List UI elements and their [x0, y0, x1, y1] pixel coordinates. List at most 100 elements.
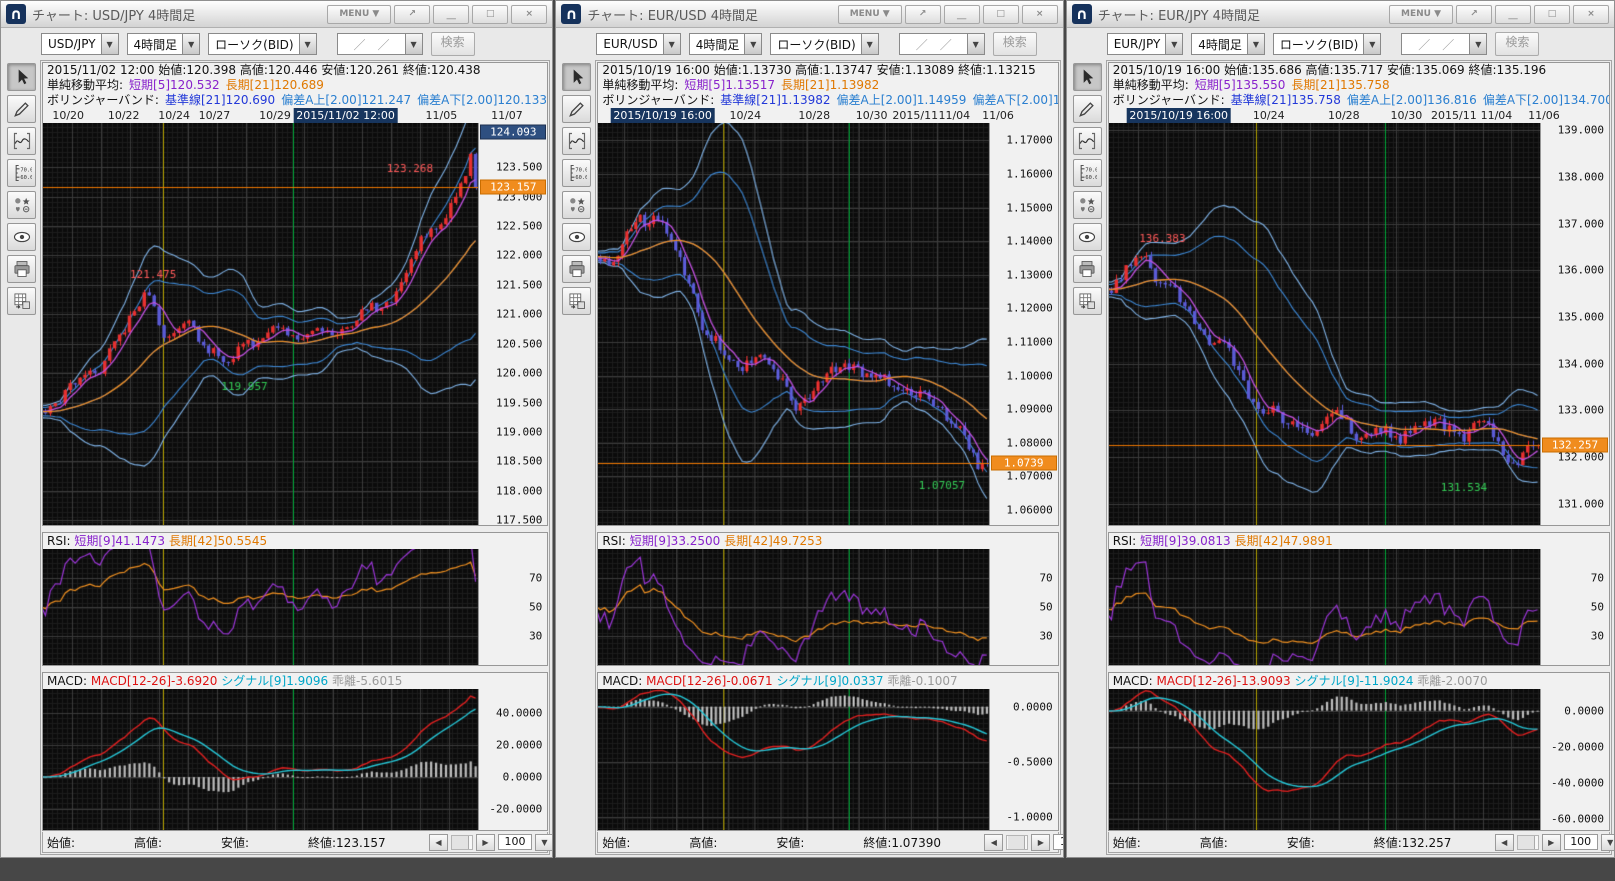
price-chart-canvas[interactable]: [43, 123, 478, 525]
bar-count-dropdown[interactable]: ▼: [535, 834, 553, 851]
date-input[interactable]: ／ ／▼: [337, 33, 423, 55]
price-tick-label: 1.06000: [1006, 503, 1052, 516]
scroll-left-button[interactable]: ◀: [429, 834, 448, 851]
date-tick-label: 10/24: [158, 108, 190, 123]
price-chart-canvas[interactable]: [1109, 123, 1540, 525]
menu-button[interactable]: MENU ▼: [1389, 5, 1453, 24]
rsi-chart-canvas[interactable]: [598, 549, 988, 665]
pair-select[interactable]: USD/JPY▼: [41, 33, 119, 55]
marker-symbols-icon[interactable]: [7, 191, 36, 219]
indicator-chart-icon[interactable]: [1073, 127, 1102, 155]
timeframe-select[interactable]: 4時間足▼: [1191, 33, 1265, 55]
pencil-tool-icon[interactable]: [7, 95, 36, 123]
scrollbar-thumb[interactable]: [1008, 836, 1025, 849]
search-button[interactable]: 検索: [431, 32, 475, 56]
scroll-left-button[interactable]: ◀: [1495, 834, 1514, 851]
cursor-tool-icon[interactable]: [1073, 63, 1102, 91]
timeframe-select[interactable]: 4時間足▼: [689, 33, 763, 55]
visibility-eye-icon[interactable]: [7, 223, 36, 251]
indicator-chart-icon[interactable]: [7, 127, 36, 155]
visibility-eye-icon[interactable]: [1073, 223, 1102, 251]
bar-count-value: 100: [498, 834, 532, 850]
indicator-chart-icon[interactable]: [562, 127, 591, 155]
rsi-chart-canvas[interactable]: [43, 549, 478, 665]
search-button[interactable]: 検索: [993, 32, 1037, 56]
date-input[interactable]: ／ ／▼: [1401, 33, 1487, 55]
chart-style-select[interactable]: ローソク(BID)▼: [1273, 33, 1381, 55]
minimize-button[interactable]: ＿: [433, 5, 469, 24]
marker-symbols-icon[interactable]: [1073, 191, 1102, 219]
chart-style-select[interactable]: ローソク(BID)▼: [770, 33, 878, 55]
pair-select[interactable]: EUR/USD▼: [596, 33, 680, 55]
menu-button[interactable]: MENU ▼: [838, 5, 902, 24]
rsi-label: RSI:: [1113, 534, 1137, 548]
popout-button[interactable]: ↗: [905, 5, 941, 24]
chevron-down-icon: ▼: [861, 34, 878, 54]
app-logo-icon: ∩: [561, 4, 581, 24]
printer-icon[interactable]: [562, 255, 591, 283]
price-panel: 2015/11/02 12:00 始値:120.398 高値:120.446 安…: [42, 62, 548, 526]
maximize-button[interactable]: □: [472, 5, 508, 24]
minimize-button[interactable]: ＿: [1495, 5, 1531, 24]
scroll-right-button[interactable]: ▶: [476, 834, 495, 851]
style-value: ローソク(BID): [215, 36, 293, 53]
sma-long-value: 長期[21]135.758: [1291, 78, 1389, 92]
chart-style-select[interactable]: ローソク(BID)▼: [208, 33, 316, 55]
bar-count-dropdown[interactable]: ▼: [1601, 834, 1615, 851]
cursor-tool-icon[interactable]: [562, 63, 591, 91]
date-tick-label: 10/29: [259, 108, 291, 123]
rsi-legend: RSI: 短期[9]39.0813 長期[42]47.9891: [1109, 533, 1609, 549]
chart-scrollbar[interactable]: [451, 835, 473, 850]
pencil-tool-icon[interactable]: [1073, 95, 1102, 123]
price-tick-label: 1.16000: [1006, 168, 1052, 181]
visibility-eye-icon[interactable]: [562, 223, 591, 251]
close-button[interactable]: ×: [1573, 5, 1609, 24]
current-price-tag: 123.157: [480, 180, 546, 195]
bb-label: ボリンジャーバンド:: [1113, 93, 1225, 107]
macd-chart-canvas[interactable]: [1109, 689, 1540, 830]
macd-label: MACD:: [602, 674, 642, 688]
axis-scale-icon[interactable]: 70.060.0: [7, 159, 36, 187]
price-chart-canvas[interactable]: [598, 123, 988, 525]
popout-button[interactable]: ↗: [1456, 5, 1492, 24]
macd-chart-canvas[interactable]: [598, 689, 988, 830]
printer-icon[interactable]: [7, 255, 36, 283]
title-bar[interactable]: ∩ チャート: EUR/JPY 4時間足 MENU ▼ ↗ ＿ □ ×: [1067, 1, 1614, 28]
chart-scrollbar[interactable]: [1006, 835, 1028, 850]
maximize-button[interactable]: □: [983, 5, 1019, 24]
sma-long-value: 長期[21]1.13982: [781, 78, 879, 92]
menu-button[interactable]: MENU ▼: [327, 5, 391, 24]
date-input[interactable]: ／ ／▼: [899, 33, 985, 55]
scroll-right-button[interactable]: ▶: [1542, 834, 1561, 851]
marker-symbols-icon[interactable]: [562, 191, 591, 219]
title-bar[interactable]: ∩ チャート: EUR/USD 4時間足 MENU ▼ ↗ ＿ □ ×: [556, 1, 1062, 28]
scrollbar-thumb[interactable]: [1518, 836, 1535, 849]
maximize-button[interactable]: □: [1534, 5, 1570, 24]
title-bar[interactable]: ∩ チャート: USD/JPY 4時間足 MENU ▼ ↗ ＿ □ ×: [1, 1, 552, 28]
minimize-button[interactable]: ＿: [944, 5, 980, 24]
close-button[interactable]: ×: [1022, 5, 1058, 24]
save-grid-icon[interactable]: [7, 287, 36, 315]
chart-scrollbar[interactable]: [1517, 835, 1539, 850]
close-button[interactable]: ×: [511, 5, 547, 24]
popout-button[interactable]: ↗: [394, 5, 430, 24]
search-button[interactable]: 検索: [1495, 32, 1539, 56]
chevron-down-icon: ▼: [182, 34, 199, 54]
scroll-left-button[interactable]: ◀: [984, 834, 1003, 851]
rsi-chart-canvas[interactable]: [1109, 549, 1540, 665]
axis-scale-icon[interactable]: 70.060.0: [562, 159, 591, 187]
save-grid-icon[interactable]: [1073, 287, 1102, 315]
save-grid-icon[interactable]: [562, 287, 591, 315]
scroll-right-button[interactable]: ▶: [1031, 834, 1050, 851]
timeframe-value: 4時間足: [1198, 36, 1242, 53]
price-tick-label: 139.000: [1558, 124, 1604, 137]
scrollbar-thumb[interactable]: [452, 836, 469, 849]
timeframe-select[interactable]: 4時間足▼: [127, 33, 201, 55]
pair-select[interactable]: EUR/JPY▼: [1107, 33, 1184, 55]
pencil-tool-icon[interactable]: [562, 95, 591, 123]
axis-scale-icon[interactable]: 70.060.0: [1073, 159, 1102, 187]
macd-panel: MACD: MACD[12-26]-0.0671 シグナル[9]0.0337 乖…: [597, 672, 1058, 831]
cursor-tool-icon[interactable]: [7, 63, 36, 91]
macd-chart-canvas[interactable]: [43, 689, 478, 830]
printer-icon[interactable]: [1073, 255, 1102, 283]
